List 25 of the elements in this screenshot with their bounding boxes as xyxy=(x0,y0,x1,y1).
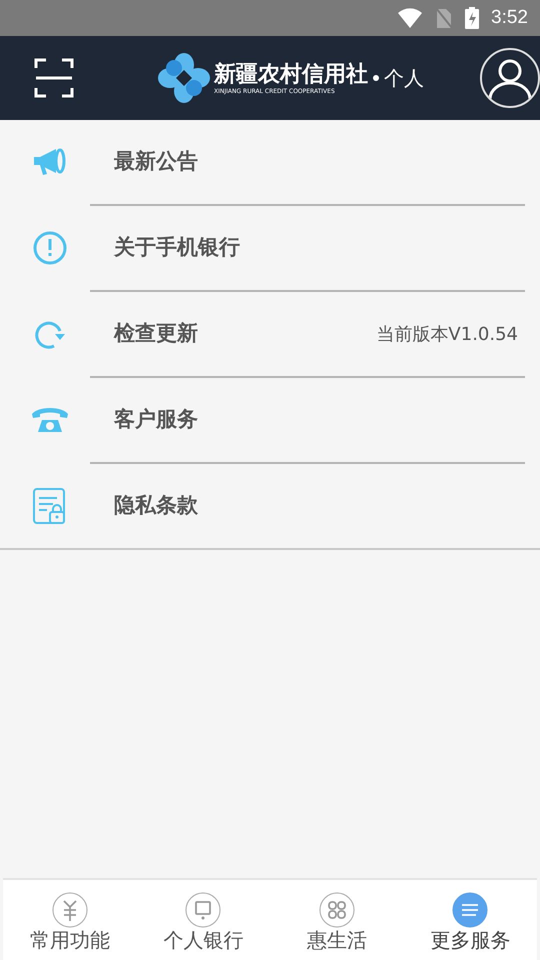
menu-item[interactable]: 客户服务 xyxy=(0,378,540,462)
section-label: 个人 xyxy=(384,65,424,92)
brand-name: 新疆农村信用社 xyxy=(214,61,368,88)
tab-item[interactable]: 常用功能 xyxy=(3,880,136,960)
menu-item[interactable]: 关于手机银行 xyxy=(0,206,540,290)
menu-item[interactable]: 最新公告 xyxy=(0,120,540,204)
scan-icon xyxy=(34,58,74,98)
battery-icon xyxy=(465,7,480,29)
no-sim-icon xyxy=(435,7,454,29)
scan-button[interactable] xyxy=(34,58,74,98)
profile-button[interactable] xyxy=(480,48,540,108)
yen-icon xyxy=(52,892,88,928)
dot-icon xyxy=(372,74,380,82)
menu-item[interactable]: 检查更新 当前版本V1.0.54 xyxy=(0,292,540,376)
grid-icon xyxy=(318,892,355,928)
tablet-icon xyxy=(185,892,222,928)
tab-item[interactable]: 更多服务 xyxy=(404,880,537,960)
menu-icon xyxy=(452,892,488,928)
tab-item[interactable]: 惠生活 xyxy=(270,880,404,960)
status-time: 3:52 xyxy=(491,6,528,30)
menu-item[interactable]: 隐私条款 xyxy=(0,464,540,548)
flower-logo-icon xyxy=(158,53,210,103)
wifi-icon xyxy=(397,7,424,29)
tab-item[interactable]: 个人银行 xyxy=(136,880,270,960)
version-label: 当前版本V1.0.54 xyxy=(376,322,518,346)
